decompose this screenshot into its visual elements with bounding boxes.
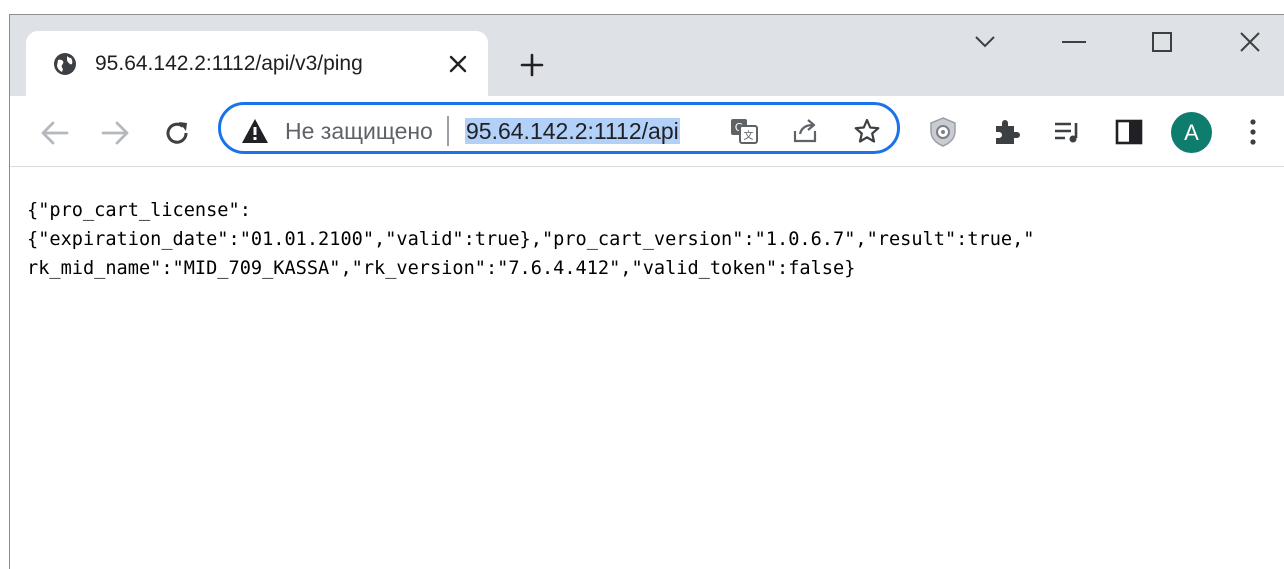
kebab-menu-icon bbox=[1250, 119, 1256, 145]
arrow-left-icon bbox=[41, 121, 69, 145]
bookmark-button[interactable] bbox=[850, 115, 884, 147]
svg-text:文: 文 bbox=[744, 129, 754, 142]
json-response-body: {"pro_cart_license": {"expiration_date":"… bbox=[27, 196, 1277, 283]
side-panel-icon bbox=[1115, 119, 1143, 145]
menu-button[interactable] bbox=[1233, 112, 1273, 152]
media-queue-button[interactable] bbox=[1048, 112, 1088, 152]
maximize-icon bbox=[1152, 32, 1172, 52]
close-icon bbox=[1240, 32, 1260, 52]
media-queue-icon bbox=[1055, 122, 1078, 143]
tab-title: 95.64.142.2:1112/api/v3/ping bbox=[95, 52, 363, 75]
forward-button[interactable] bbox=[96, 113, 136, 153]
url-text[interactable]: 95.64.142.2:1112/api bbox=[465, 112, 710, 150]
side-panel-button[interactable] bbox=[1109, 112, 1149, 152]
tab-search-button[interactable] bbox=[965, 24, 1005, 60]
share-button[interactable] bbox=[789, 115, 823, 147]
warning-icon[interactable] bbox=[240, 117, 270, 145]
arrow-right-icon bbox=[101, 121, 129, 145]
response-line: {"expiration_date":"01.01.2100","valid":… bbox=[27, 229, 1035, 250]
back-button[interactable] bbox=[34, 113, 74, 153]
translate-icon: G 文 bbox=[731, 119, 758, 144]
minimize-icon bbox=[1062, 41, 1086, 43]
minimize-button[interactable] bbox=[1054, 24, 1094, 60]
close-icon[interactable] bbox=[443, 49, 473, 79]
maximize-button[interactable] bbox=[1142, 24, 1182, 60]
translate-button[interactable]: G 文 bbox=[727, 115, 761, 147]
shield-extension-button[interactable] bbox=[923, 112, 963, 152]
plus-icon bbox=[520, 53, 544, 77]
chevron-down-icon bbox=[975, 36, 995, 48]
security-status-label[interactable]: Не защищено bbox=[285, 114, 435, 148]
reload-button[interactable] bbox=[157, 113, 197, 153]
omnibox-divider bbox=[447, 116, 449, 146]
response-line: {"pro_cart_license": bbox=[27, 200, 251, 221]
url-selection: 95.64.142.2:1112/api bbox=[465, 118, 680, 144]
share-icon bbox=[793, 119, 817, 143]
reload-icon bbox=[166, 122, 188, 144]
globe-icon bbox=[52, 51, 78, 77]
profile-avatar[interactable]: A bbox=[1171, 112, 1212, 153]
close-window-button[interactable] bbox=[1230, 24, 1270, 60]
puzzle-icon bbox=[996, 120, 1020, 144]
response-line: rk_mid_name":"MID_709_KASSA","rk_version… bbox=[27, 258, 856, 279]
shield-extension-icon bbox=[930, 117, 956, 147]
new-tab-button[interactable] bbox=[514, 47, 550, 83]
star-icon bbox=[854, 118, 880, 143]
extensions-button[interactable] bbox=[986, 112, 1026, 152]
